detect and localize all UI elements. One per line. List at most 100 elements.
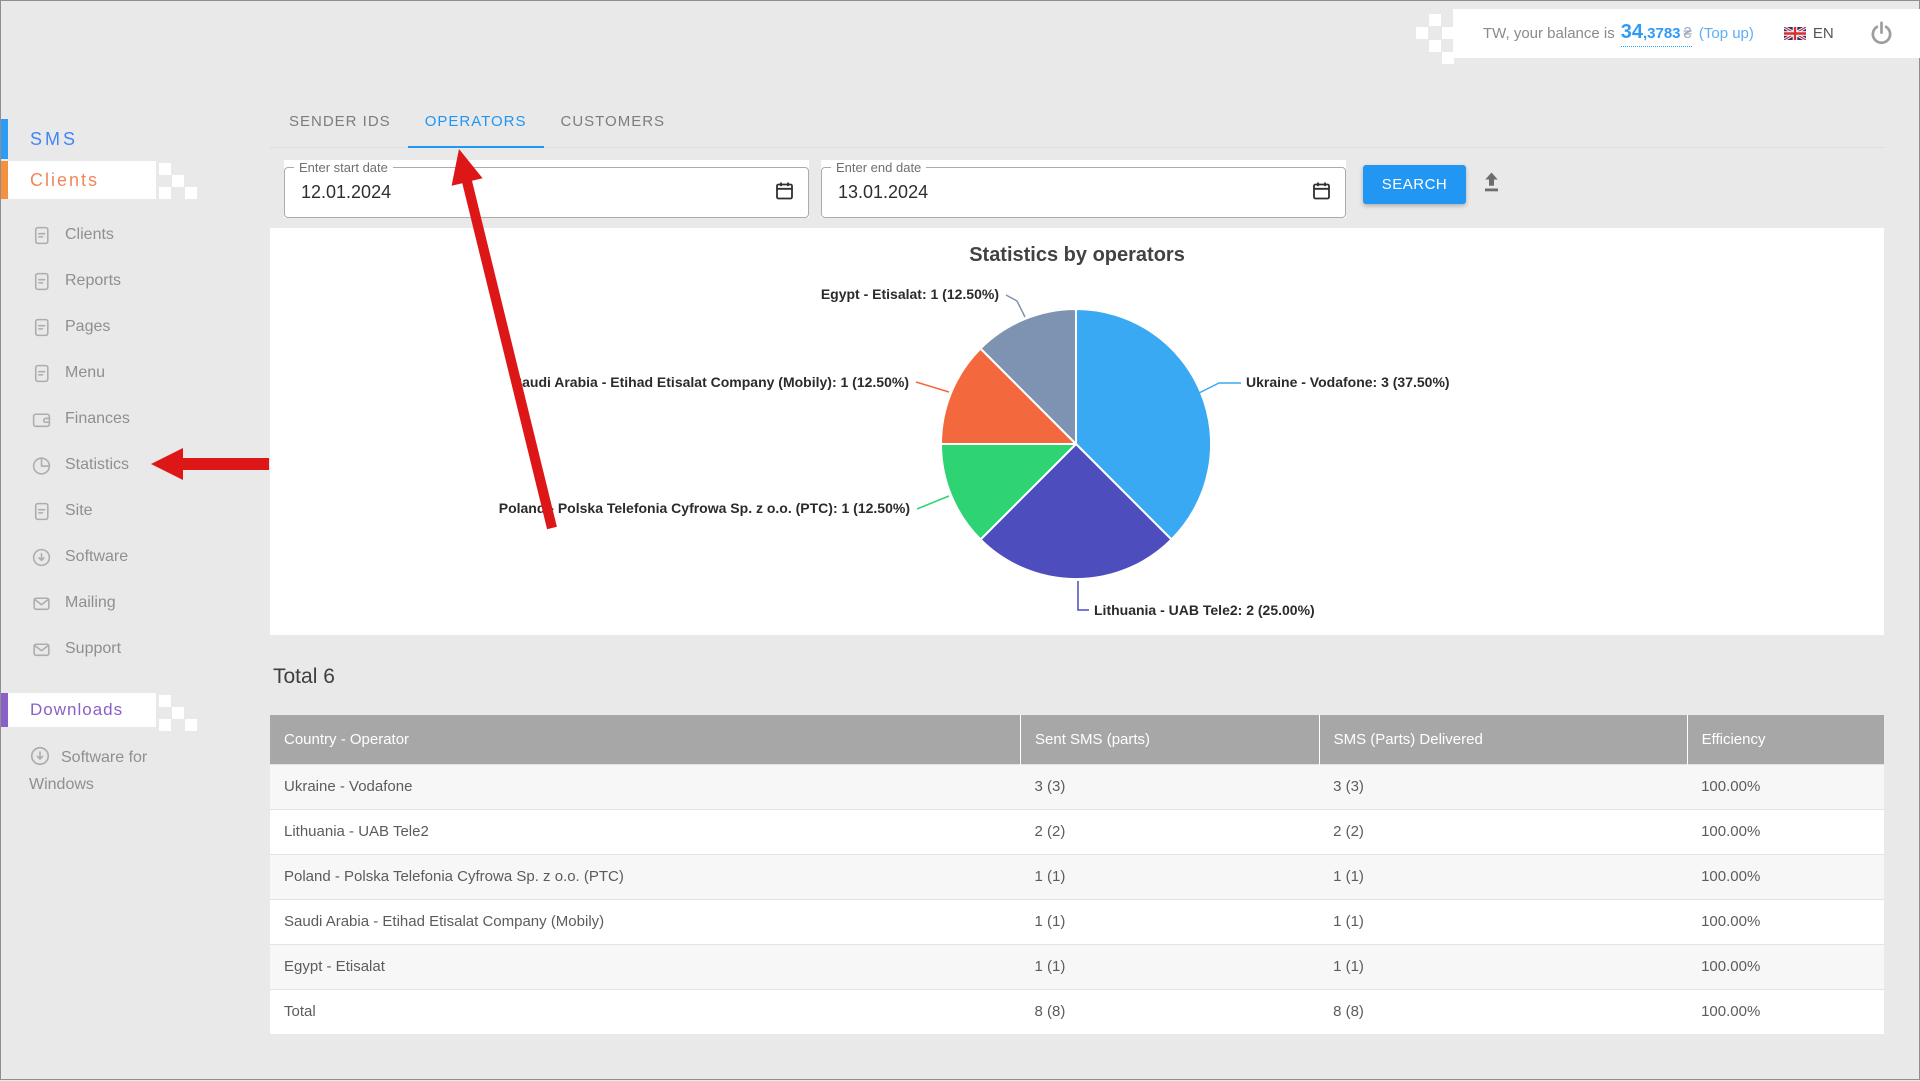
balance-amount[interactable]: 34,3783₴ bbox=[1621, 21, 1692, 47]
upload-icon bbox=[1478, 170, 1505, 194]
pixel-decoration bbox=[159, 719, 171, 731]
language-code: EN bbox=[1813, 25, 1834, 42]
balance-label: TW, your balance is bbox=[1483, 25, 1615, 42]
start-date-value: 12.01.2024 bbox=[301, 182, 391, 203]
table-cell: 1 (1) bbox=[1319, 899, 1687, 944]
table-cell: 100.00% bbox=[1687, 989, 1884, 1034]
pixel-decoration bbox=[159, 163, 171, 175]
table-cell: 3 (3) bbox=[1021, 764, 1320, 809]
download-icon bbox=[29, 745, 51, 767]
language-selector[interactable]: EN bbox=[1784, 25, 1834, 42]
download-icon bbox=[31, 547, 52, 568]
export-upload-button[interactable] bbox=[1478, 170, 1505, 199]
sidebar-item-software[interactable]: Software bbox=[1, 534, 271, 580]
pixel-decoration bbox=[172, 175, 184, 187]
table-header-cell: Efficiency bbox=[1687, 715, 1884, 764]
section-accent-bar bbox=[1, 161, 8, 199]
logout-button[interactable] bbox=[1868, 20, 1895, 47]
sidebar-item-label: Mailing bbox=[65, 594, 116, 612]
wallet-icon bbox=[31, 409, 52, 430]
start-date-label: Enter start date bbox=[294, 160, 393, 175]
table-cell: Ukraine - Vodafone bbox=[270, 764, 1021, 809]
end-date-value: 13.01.2024 bbox=[838, 182, 928, 203]
table-cell: 100.00% bbox=[1687, 899, 1884, 944]
sidebar-item-statistics[interactable]: Statistics bbox=[1, 442, 271, 488]
table-row: Saudi Arabia - Etihad Etisalat Company (… bbox=[270, 899, 1884, 944]
pie-label-0: Ukraine - Vodafone: 3 (37.50%) bbox=[1246, 374, 1450, 390]
table-cell: 2 (2) bbox=[1021, 809, 1320, 854]
table-cell: 8 (8) bbox=[1319, 989, 1687, 1034]
top-up-link[interactable]: (Top up) bbox=[1699, 25, 1754, 42]
sidebar-item-mailing[interactable]: Mailing bbox=[1, 580, 271, 626]
table-cell: 100.00% bbox=[1687, 764, 1884, 809]
table-header-cell: SMS (Parts) Delivered bbox=[1319, 715, 1687, 764]
power-icon bbox=[1868, 20, 1895, 47]
sidebar-section-sms[interactable]: SMS bbox=[1, 119, 271, 159]
search-button[interactable]: SEARCH bbox=[1363, 165, 1466, 204]
sidebar-item-finances[interactable]: Finances bbox=[1, 396, 271, 442]
sidebar-item-reports[interactable]: Reports bbox=[1, 258, 271, 304]
sidebar-item-label: Site bbox=[65, 502, 93, 520]
sidebar-item-pages[interactable]: Pages bbox=[1, 304, 271, 350]
pie-leader-line bbox=[916, 382, 949, 392]
table-cell: 100.00% bbox=[1687, 809, 1884, 854]
pixel-decoration bbox=[1442, 27, 1454, 39]
table-cell: Saudi Arabia - Etihad Etisalat Company (… bbox=[270, 899, 1021, 944]
pie-leader-line bbox=[1006, 295, 1025, 317]
pixel-decoration bbox=[159, 695, 171, 707]
sidebar-item-label: Finances bbox=[65, 410, 130, 428]
table-row: Poland - Polska Telefonia Cyfrowa Sp. z … bbox=[270, 854, 1884, 899]
table-header-row: Country - OperatorSent SMS (parts)SMS (P… bbox=[270, 715, 1884, 764]
document-icon bbox=[31, 271, 52, 292]
sidebar-item-label: Support bbox=[65, 640, 121, 658]
table-cell: 3 (3) bbox=[1319, 764, 1687, 809]
pie-leader-line bbox=[1078, 581, 1089, 610]
section-label-downloads: Downloads bbox=[30, 700, 123, 720]
table-cell: Total bbox=[270, 989, 1021, 1034]
sidebar-section-downloads[interactable]: Downloads bbox=[1, 693, 156, 727]
calendar-icon[interactable] bbox=[1311, 180, 1332, 206]
table-row: Egypt - Etisalat1 (1)1 (1)100.00% bbox=[270, 944, 1884, 989]
table-row: Lithuania - UAB Tele22 (2)2 (2)100.00% bbox=[270, 809, 1884, 854]
end-date-field[interactable]: Enter end date 13.01.2024 bbox=[821, 160, 1346, 218]
operators-pie-chart bbox=[270, 228, 1884, 635]
pie-chart-icon bbox=[31, 455, 52, 476]
end-date-label: Enter end date bbox=[831, 160, 926, 175]
pixel-decoration bbox=[1429, 14, 1441, 26]
uk-flag-icon bbox=[1784, 27, 1806, 40]
sidebar-item-software-for-windows[interactable]: Software for Windows bbox=[29, 744, 204, 798]
tab-sender-ids[interactable]: SENDER IDS bbox=[272, 96, 408, 147]
sidebar-item-support[interactable]: Support bbox=[1, 626, 271, 672]
table-cell: 100.00% bbox=[1687, 944, 1884, 989]
sidebar-item-label: Software bbox=[65, 548, 128, 566]
section-label-clients: Clients bbox=[30, 170, 99, 191]
table-cell: 2 (2) bbox=[1319, 809, 1687, 854]
pixel-decoration bbox=[172, 707, 184, 719]
calendar-icon[interactable] bbox=[774, 180, 795, 206]
sidebar-item-menu[interactable]: Menu bbox=[1, 350, 271, 396]
sidebar-item-clients[interactable]: Clients bbox=[1, 212, 271, 258]
section-accent-bar bbox=[1, 119, 8, 159]
table-cell: 1 (1) bbox=[1319, 854, 1687, 899]
sidebar-item-label: Reports bbox=[65, 272, 121, 290]
balance-integer: 34 bbox=[1621, 21, 1643, 43]
statistics-page: { "topbar": { "balance_label": "TW, your… bbox=[0, 0, 1920, 1080]
table-cell: Lithuania - UAB Tele2 bbox=[270, 809, 1021, 854]
sidebar-section-clients[interactable]: Clients bbox=[1, 161, 156, 199]
table-row: Ukraine - Vodafone3 (3)3 (3)100.00% bbox=[270, 764, 1884, 809]
document-icon bbox=[31, 501, 52, 522]
table-header-cell: Country - Operator bbox=[270, 715, 1021, 764]
start-date-field[interactable]: Enter start date 12.01.2024 bbox=[284, 160, 809, 218]
section-label-sms: SMS bbox=[30, 129, 78, 150]
pixel-decoration bbox=[185, 719, 197, 731]
tab-operators[interactable]: OPERATORS bbox=[408, 96, 544, 147]
pie-label-3: Saudi Arabia - Etihad Etisalat Company (… bbox=[513, 374, 909, 390]
tab-bar: SENDER IDSOPERATORSCUSTOMERS bbox=[270, 96, 1884, 148]
operators-stats-table: Country - OperatorSent SMS (parts)SMS (P… bbox=[270, 715, 1884, 1034]
table-row: Total8 (8)8 (8)100.00% bbox=[270, 989, 1884, 1034]
pie-label-4: Egypt - Etisalat: 1 (12.50%) bbox=[821, 286, 999, 302]
sidebar-item-site[interactable]: Site bbox=[1, 488, 271, 534]
pie-leader-line bbox=[1197, 383, 1241, 394]
table-cell: 1 (1) bbox=[1021, 899, 1320, 944]
tab-customers[interactable]: CUSTOMERS bbox=[544, 96, 683, 147]
